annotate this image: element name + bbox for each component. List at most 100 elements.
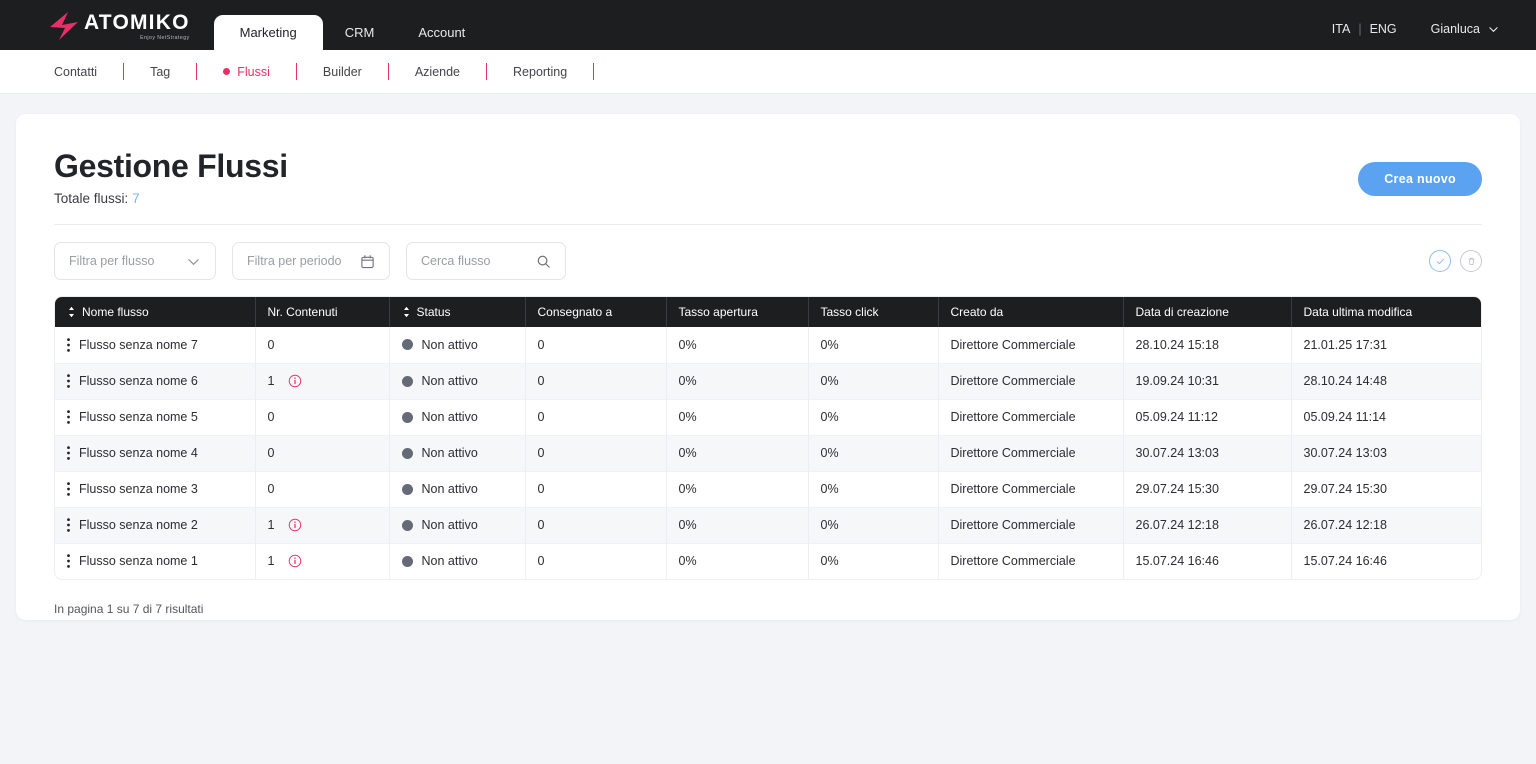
cell-nr-contenuti: 1 [255, 543, 390, 579]
status-label: Non attivo [421, 410, 478, 424]
cell-tasso-apertura: 0% [666, 399, 809, 436]
search-icon [537, 255, 550, 268]
table-row[interactable]: Flusso senza nome 4 0 Non attivo 0 0% 0% Diret… [55, 435, 1481, 472]
trash-circle-icon [1467, 257, 1475, 265]
cell-nr-contenuti: 0 [255, 327, 390, 364]
column-header-data-creazione[interactable]: Data di creazione [1123, 297, 1292, 327]
info-icon[interactable] [288, 374, 302, 388]
subnav-label-flussi: Flussi [237, 64, 270, 79]
create-new-button[interactable]: Crea nuovo [1358, 162, 1482, 196]
status-label: Non attivo [421, 374, 478, 388]
kebab-menu-icon[interactable] [67, 446, 70, 460]
kebab-menu-icon[interactable] [67, 482, 70, 496]
subnav-item-flussi[interactable]: Flussi [197, 65, 296, 79]
cell-creato-da: Direttore Commerciale [938, 471, 1124, 508]
user-menu[interactable]: Gianluca [1431, 22, 1498, 36]
content-count: 1 [267, 518, 275, 532]
flow-name: Flusso senza nome 2 [79, 518, 198, 532]
column-header-nome-flusso[interactable]: Nome flusso [55, 297, 256, 327]
table-row[interactable]: Flusso senza nome 5 0 Non attivo 0 0% 0% Diret… [55, 399, 1481, 436]
brand-logo[interactable]: ATOMIKO Enjoy NetStrategy [48, 11, 190, 41]
cell-nome-flusso[interactable]: Flusso senza nome 2 [55, 507, 256, 544]
flows-table-wrap: Nome flusso Nr. Contenuti Status Consegn… [54, 296, 1482, 580]
cell-consegnato-a: 0 [525, 435, 667, 472]
cell-data-creazione: 26.07.24 12:18 [1123, 507, 1292, 544]
subnav-label-reporting: Reporting [513, 64, 568, 79]
cell-consegnato-a: 0 [525, 543, 667, 579]
filter-period-datepicker[interactable]: Filtra per periodo [232, 242, 390, 280]
cell-data-creazione: 30.07.24 13:03 [1123, 435, 1292, 472]
subnav-item-contatti[interactable]: Contatti [28, 65, 123, 79]
column-label: Nr. Contenuti [267, 305, 338, 319]
info-icon[interactable] [288, 518, 302, 532]
table-row[interactable]: Flusso senza nome 3 0 Non attivo 0 0% 0% Diret… [55, 471, 1481, 508]
column-header-nr-contenuti[interactable]: Nr. Contenuti [255, 297, 390, 327]
cell-creato-da: Direttore Commerciale [938, 327, 1124, 364]
cell-nr-contenuti: 0 [255, 435, 390, 472]
table-row[interactable]: Flusso senza nome 7 0 Non attivo 0 0% 0% Diret… [55, 327, 1481, 364]
table-row[interactable]: Flusso senza nome 2 1 Non attivo 0 0% 0% Diret… [55, 507, 1481, 544]
column-header-tasso-click[interactable]: Tasso click [808, 297, 939, 327]
language-en[interactable]: ENG [1362, 22, 1405, 36]
kebab-menu-icon[interactable] [67, 518, 70, 532]
content-count: 1 [267, 374, 275, 388]
cell-nome-flusso[interactable]: Flusso senza nome 7 [55, 327, 256, 364]
cell-consegnato-a: 0 [525, 363, 667, 400]
flow-name: Flusso senza nome 4 [79, 446, 198, 460]
cell-nome-flusso[interactable]: Flusso senza nome 1 [55, 543, 256, 579]
kebab-menu-icon[interactable] [67, 410, 70, 424]
cell-data-modifica: 15.07.24 16:46 [1303, 554, 1387, 569]
cell-consegnato-a: 0 [525, 327, 667, 364]
content-count: 0 [267, 446, 275, 460]
column-header-data-modifica[interactable]: Data ultima modifica [1291, 297, 1481, 327]
table-row[interactable]: Flusso senza nome 6 1 Non attivo 0 0% 0% Diret… [55, 363, 1481, 400]
kebab-menu-icon[interactable] [67, 554, 70, 569]
kebab-menu-icon[interactable] [67, 374, 70, 388]
sort-arrows-icon [403, 306, 409, 318]
content-count: 0 [267, 337, 275, 352]
select-all-button[interactable] [1429, 250, 1451, 272]
cell-status: Non attivo [389, 507, 526, 544]
column-header-consegnato-a[interactable]: Consegnato a [525, 297, 667, 327]
search-flow-input[interactable]: Cerca flusso [406, 242, 566, 280]
tab-marketing[interactable]: Marketing [213, 15, 323, 50]
cell-nome-flusso[interactable]: Flusso senza nome 6 [55, 363, 256, 400]
subnav-item-reporting[interactable]: Reporting [487, 65, 593, 79]
subnav-item-tag[interactable]: Tag [124, 65, 196, 79]
cell-tasso-apertura: 0% [666, 363, 809, 400]
subnav-item-builder[interactable]: Builder [297, 65, 388, 79]
table-row[interactable]: Flusso senza nome 1 1 Non attivo 0 0% 0% Diret… [55, 543, 1481, 579]
language-it[interactable]: ITA [1324, 22, 1359, 36]
flow-name: Flusso senza nome 3 [79, 482, 198, 496]
cell-consegnato-a: 0 [525, 507, 667, 544]
status-dot-icon [401, 555, 413, 567]
tab-account[interactable]: Account [396, 15, 487, 50]
column-label: Nome flusso [82, 305, 149, 319]
brand-name: ATOMIKO [84, 10, 190, 34]
column-label: Tasso click [820, 305, 879, 319]
cell-tasso-click: 0% [808, 543, 939, 579]
cell-status: Non attivo [389, 327, 526, 364]
subnav-item-aziende[interactable]: Aziende [389, 65, 486, 79]
filter-flow-label: Filtra per flusso [69, 254, 155, 268]
cell-data-creazione: 19.09.24 10:31 [1123, 363, 1292, 400]
cell-nome-flusso[interactable]: Flusso senza nome 4 [55, 435, 256, 472]
flow-name: Flusso senza nome 6 [79, 374, 198, 388]
filter-flow-select[interactable]: Filtra per flusso [54, 242, 216, 280]
cell-data-creazione: 15.07.24 16:46 [1123, 543, 1292, 579]
column-label: Data ultima modifica [1303, 305, 1413, 319]
delete-selected-button[interactable] [1460, 250, 1482, 272]
cell-nome-flusso[interactable]: Flusso senza nome 3 [55, 471, 256, 508]
subnav-label-builder: Builder [322, 64, 362, 79]
column-header-creato-da[interactable]: Creato da [938, 297, 1124, 327]
filter-period-label: Filtra per periodo [247, 254, 342, 268]
cell-tasso-click: 0% [808, 471, 939, 508]
cell-data-modifica: 30.07.24 13:03 [1291, 435, 1481, 472]
column-header-status[interactable]: Status [389, 297, 526, 327]
cell-creato-da: Direttore Commerciale [938, 507, 1124, 544]
kebab-menu-icon[interactable] [67, 337, 70, 352]
cell-nome-flusso[interactable]: Flusso senza nome 5 [55, 399, 256, 436]
info-icon[interactable] [288, 554, 302, 568]
column-header-tasso-apertura[interactable]: Tasso apertura [666, 297, 809, 327]
tab-crm[interactable]: CRM [323, 15, 397, 50]
